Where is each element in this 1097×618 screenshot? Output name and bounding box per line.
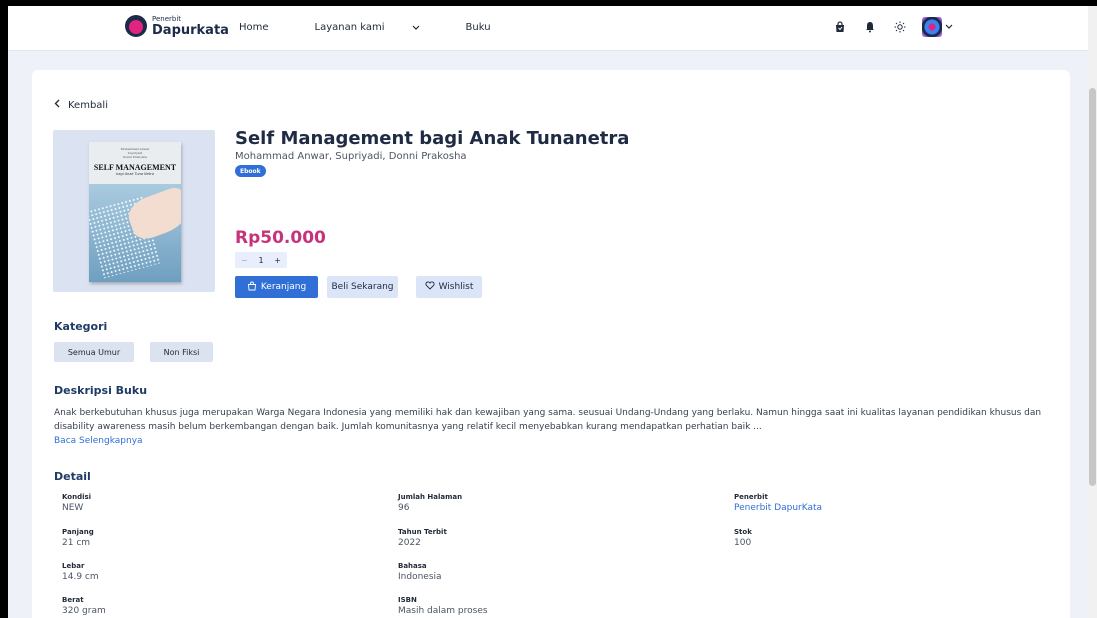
detail-label: Jumlah Halaman <box>398 493 463 501</box>
book-cover-image: Mohammad Anwar Supriyadi Donni Prakosha … <box>89 142 181 282</box>
add-to-cart-button[interactable]: Keranjang <box>235 276 318 298</box>
cover-authors: Mohammad Anwar Supriyadi Donni Prakosha <box>120 147 150 159</box>
detail-label: Panjang <box>62 528 94 536</box>
book-detail-card: Kembali Mohammad Anwar Supriyadi Donni P… <box>32 70 1070 618</box>
detail-jumlah-halaman: Jumlah Halaman 96 <box>398 493 462 513</box>
logo-small-text: Penerbit <box>152 14 182 23</box>
chevron-down-icon <box>412 25 420 31</box>
nav-buku[interactable]: Buku <box>466 22 514 33</box>
sun-icon[interactable] <box>892 19 908 35</box>
detail-label: Stok <box>734 528 752 536</box>
top-navbar: Penerbit Dapurkata Home Layanan kami Buk… <box>8 6 1088 51</box>
page-scrollbar[interactable] <box>1088 6 1097 618</box>
shopping-bag-icon[interactable] <box>832 19 848 35</box>
nav-home-label: Home <box>239 22 269 33</box>
detail-isbn: ISBN Masih dalam proses <box>398 596 488 616</box>
detail-label: Bahasa <box>398 562 427 570</box>
back-link[interactable]: Kembali <box>54 99 108 111</box>
detail-label: ISBN <box>398 596 417 604</box>
detail-kondisi: Kondisi NEW <box>62 493 91 513</box>
detail-label: Lebar <box>62 562 85 570</box>
cover-title: SELF MANAGEMENT <box>93 162 177 172</box>
detail-value: 21 cm <box>62 538 91 548</box>
detail-bahasa: Bahasa Indonesia <box>398 562 442 582</box>
category-heading: Kategori <box>54 320 108 333</box>
browser-viewport: Penerbit Dapurkata Home Layanan kami Buk… <box>8 6 1088 618</box>
detail-value: Indonesia <box>398 572 442 582</box>
category-chip[interactable]: Non Fiksi <box>150 342 213 362</box>
detail-value: 2022 <box>398 538 421 548</box>
detail-label: Penerbit <box>734 493 768 501</box>
detail-penerbit: Penerbit Penerbit DapurKata <box>734 493 822 513</box>
wishlist-label: Wishlist <box>438 282 474 292</box>
read-more-link[interactable]: Baca Selengkapnya <box>54 436 143 446</box>
detail-value: 96 <box>398 503 410 513</box>
chevron-left-icon <box>54 99 60 111</box>
user-avatar[interactable] <box>922 17 942 37</box>
wishlist-button[interactable]: Wishlist <box>416 276 482 298</box>
header-actions <box>832 17 953 37</box>
nav-layanan-label: Layanan kami <box>314 22 385 33</box>
logo-brand-text: Dapurkata <box>152 22 229 38</box>
scrollbar-thumb[interactable] <box>1089 88 1096 486</box>
detail-stok: Stok 100 <box>734 528 752 548</box>
detail-label: Berat <box>62 596 84 604</box>
description-heading: Deskripsi Buku <box>54 384 148 397</box>
detail-value: 100 <box>734 538 752 548</box>
book-price: Rp50.000 <box>235 228 326 248</box>
chevron-down-icon[interactable] <box>945 23 953 32</box>
quantity-increment-button[interactable]: + <box>274 256 281 265</box>
back-label: Kembali <box>68 99 108 111</box>
book-cover-frame: Mohammad Anwar Supriyadi Donni Prakosha … <box>53 130 215 292</box>
add-to-cart-label: Keranjang <box>260 282 307 292</box>
detail-value: NEW <box>62 503 84 513</box>
main-nav: Home Layanan kami Buku <box>239 22 537 33</box>
publisher-link[interactable]: Penerbit DapurKata <box>734 503 822 513</box>
shopping-bag-icon <box>247 281 257 294</box>
format-badge: Ebook <box>235 165 266 177</box>
detail-panjang: Panjang 21 cm <box>62 528 94 548</box>
detail-tahun-terbit: Tahun Terbit 2022 <box>398 528 447 548</box>
quantity-stepper: − 1 + <box>235 252 287 268</box>
logo-icon <box>125 15 147 37</box>
nav-layanan[interactable]: Layanan kami <box>315 22 443 33</box>
detail-value: 320 gram <box>62 606 106 616</box>
book-title: Self Management bagi Anak Tunanetra <box>235 128 630 149</box>
nav-home[interactable]: Home <box>239 22 292 33</box>
detail-lebar: Lebar 14.9 cm <box>62 562 99 582</box>
site-logo[interactable]: Penerbit Dapurkata <box>125 15 229 37</box>
buy-now-button[interactable]: Beli Sekarang <box>327 276 398 298</box>
category-chip[interactable]: Semua Umur <box>54 342 134 362</box>
description-text: Anak berkebutuhan khusus juga merupakan … <box>54 408 1042 432</box>
detail-value: 14.9 cm <box>62 572 99 582</box>
detail-label: Tahun Terbit <box>398 528 447 536</box>
detail-berat: Berat 320 gram <box>62 596 106 616</box>
logo-text: Penerbit Dapurkata <box>152 14 229 38</box>
book-authors: Mohammad Anwar, Supriyadi, Donni Prakosh… <box>235 151 467 162</box>
cover-subtitle: bagi Anak Tuna Netra <box>116 171 154 176</box>
detail-value: Masih dalam proses <box>398 606 488 616</box>
quantity-value[interactable]: 1 <box>258 256 263 265</box>
heart-icon <box>425 281 435 293</box>
detail-label: Kondisi <box>62 493 92 501</box>
buy-now-label: Beli Sekarang <box>331 282 394 292</box>
nav-buku-label: Buku <box>465 22 491 33</box>
detail-heading: Detail <box>54 470 91 483</box>
bell-icon[interactable] <box>862 19 878 35</box>
quantity-decrement-button[interactable]: − <box>241 256 248 265</box>
